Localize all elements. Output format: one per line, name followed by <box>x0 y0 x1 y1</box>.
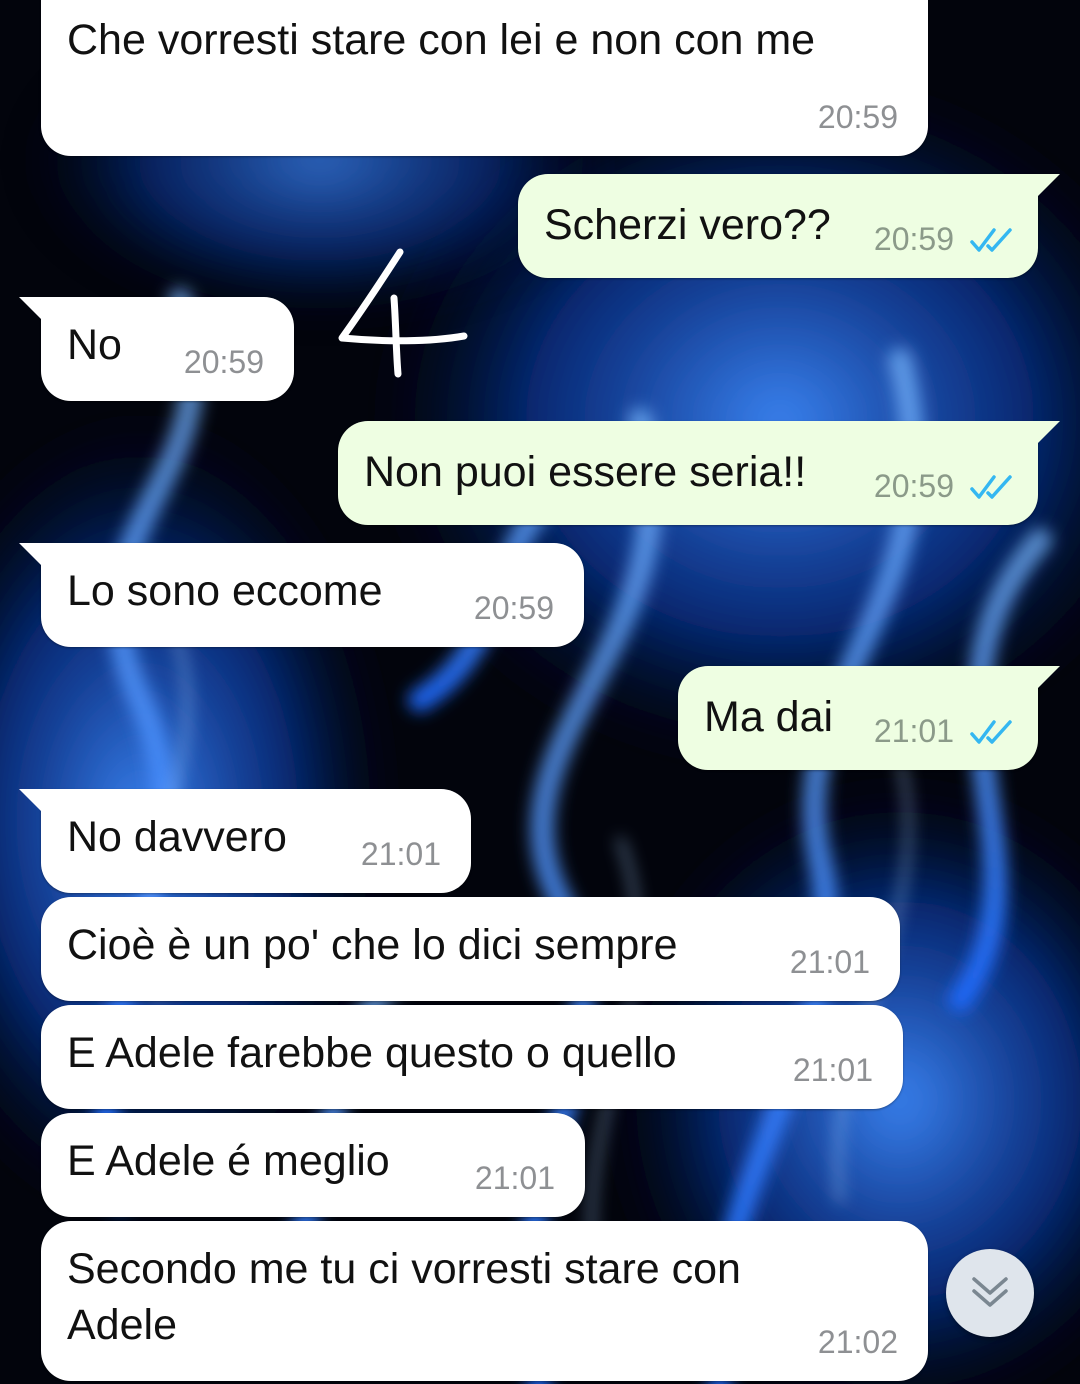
scroll-down-button[interactable] <box>946 1249 1034 1337</box>
double-check-icon <box>970 228 1012 252</box>
incoming-message[interactable]: Secondo me tu ci vorresti stare con Adel… <box>41 1221 928 1381</box>
message-time: 21:01 <box>474 1160 555 1196</box>
message-time: 21:01 <box>873 713 954 749</box>
message-text: Scherzi vero?? <box>544 201 831 249</box>
incoming-message[interactable]: Cioè è un po' che lo dici sempre 21:01 <box>41 897 900 1001</box>
outgoing-message[interactable]: Ma dai 21:01 <box>678 666 1060 770</box>
message-text: No <box>67 321 122 369</box>
incoming-message[interactable]: Che vorresti stare con lei e non con me … <box>41 0 928 156</box>
message-text: Secondo me tu ci vorresti stare con Adel… <box>67 1245 741 1349</box>
message-time: 20:59 <box>817 99 898 135</box>
handwritten-annotation <box>338 248 468 378</box>
outgoing-message[interactable]: Scherzi vero?? 20:59 <box>518 174 1060 278</box>
incoming-message[interactable]: Lo sono eccome 20:59 <box>19 543 584 647</box>
message-text: Cioè è un po' che lo dici sempre <box>67 921 678 969</box>
double-check-icon <box>970 720 1012 744</box>
message-time: 20:59 <box>873 468 954 504</box>
double-chevron-down-icon <box>972 1277 1008 1307</box>
message-text: Ma dai <box>704 693 834 741</box>
chat-area[interactable]: Che vorresti stare con lei e non con me … <box>0 0 1080 1384</box>
message-time: 21:02 <box>817 1324 898 1360</box>
message-time: 20:59 <box>183 344 264 380</box>
message-text: Lo sono eccome <box>67 567 383 615</box>
message-time: 20:59 <box>873 221 954 257</box>
message-time: 20:59 <box>473 590 554 626</box>
message-text: Non puoi essere seria!! <box>364 448 807 496</box>
incoming-message[interactable]: E Adele farebbe questo o quello 21:01 <box>41 1005 903 1109</box>
message-time: 21:01 <box>789 944 870 980</box>
incoming-message[interactable]: No davvero 21:01 <box>19 789 471 893</box>
message-text: No davvero <box>67 813 287 861</box>
message-time: 21:01 <box>360 836 441 872</box>
outgoing-message[interactable]: Non puoi essere seria!! 20:59 <box>338 421 1060 525</box>
message-text: E Adele é meglio <box>67 1137 390 1185</box>
message-time: 21:01 <box>792 1052 873 1088</box>
message-text: E Adele farebbe questo o quello <box>67 1029 677 1077</box>
double-check-icon <box>970 475 1012 499</box>
incoming-message[interactable]: No 20:59 <box>19 297 294 401</box>
incoming-message[interactable]: E Adele é meglio 21:01 <box>41 1113 585 1217</box>
message-text: Che vorresti stare con lei e non con me <box>67 16 816 64</box>
